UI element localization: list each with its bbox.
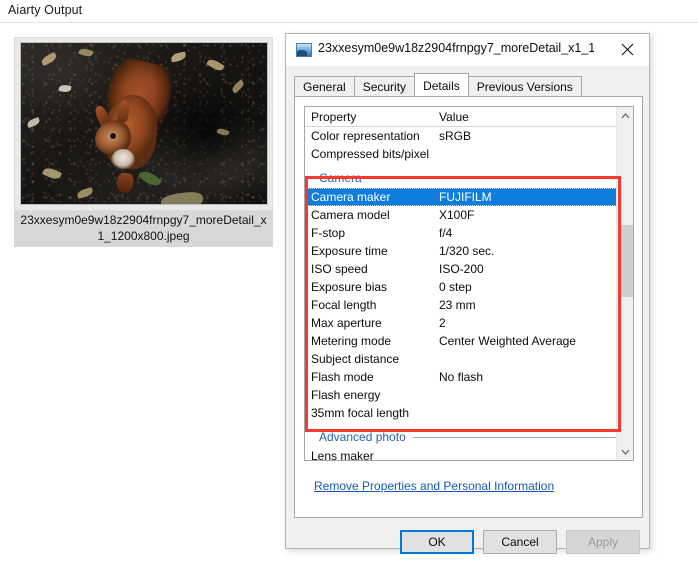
property-value: 0 step bbox=[439, 280, 472, 294]
property-value: 23 mm bbox=[439, 298, 476, 312]
table-row[interactable]: Focal length 23 mm bbox=[305, 296, 617, 314]
property-list-scrollbar[interactable] bbox=[616, 107, 633, 460]
section-label: Advanced photo bbox=[319, 430, 406, 444]
property-name: ISO speed bbox=[311, 262, 368, 276]
property-name: Exposure bias bbox=[311, 280, 388, 294]
table-row[interactable]: F-stop f/4 bbox=[305, 224, 617, 242]
property-name: Color representation bbox=[311, 129, 420, 143]
property-name: F-stop bbox=[311, 226, 346, 240]
tabstrip: General Security Details Previous Versio… bbox=[294, 73, 582, 96]
scrollbar-down-button[interactable] bbox=[617, 443, 633, 460]
tab-details[interactable]: Details bbox=[414, 73, 469, 96]
table-row[interactable]: Max aperture 2 bbox=[305, 314, 617, 332]
close-button[interactable] bbox=[605, 34, 649, 65]
apply-button: Apply bbox=[566, 530, 640, 554]
properties-dialog: 23xxesym0e9w18z2904frnpgy7_moreDetail_x1… bbox=[285, 33, 650, 554]
section-header-camera: Camera bbox=[305, 168, 617, 188]
property-value bbox=[439, 145, 617, 163]
section-divider bbox=[368, 177, 617, 179]
tab-previous-versions[interactable]: Previous Versions bbox=[467, 76, 582, 96]
property-name: Flash mode bbox=[311, 370, 374, 384]
table-row[interactable]: Camera model X100F bbox=[305, 206, 617, 224]
chevron-down-icon bbox=[621, 449, 630, 455]
column-header-property: Property bbox=[311, 110, 357, 124]
property-value bbox=[439, 350, 617, 368]
app-title: Aiarty Output bbox=[8, 3, 83, 17]
property-name: 35mm focal length bbox=[311, 406, 410, 420]
property-name: Focal length bbox=[311, 298, 377, 312]
section-header-advanced-photo: Advanced photo bbox=[305, 427, 617, 447]
property-list-container: Property Value Color representation sRGB… bbox=[304, 106, 634, 461]
table-row[interactable]: Subject distance bbox=[305, 350, 617, 368]
property-value: 1/320 sec. bbox=[439, 244, 495, 258]
property-name: Subject distance bbox=[311, 352, 400, 366]
property-name: Metering mode bbox=[311, 334, 392, 348]
chevron-up-icon bbox=[621, 112, 630, 118]
thumbnail-image bbox=[21, 43, 267, 204]
tab-general[interactable]: General bbox=[294, 76, 355, 96]
table-row[interactable]: Exposure time 1/320 sec. bbox=[305, 242, 617, 260]
tab-security[interactable]: Security bbox=[353, 76, 416, 96]
close-icon bbox=[621, 43, 633, 56]
dialog-button-bar: OK Cancel Apply bbox=[286, 530, 649, 570]
property-value bbox=[439, 447, 617, 460]
table-row[interactable]: Color representation sRGB bbox=[305, 127, 617, 145]
table-row[interactable]: Camera maker FUJIFILM bbox=[305, 188, 617, 206]
scrollbar-up-button[interactable] bbox=[617, 107, 633, 124]
details-tab-panel: Property Value Color representation sRGB… bbox=[294, 96, 643, 518]
thumbnail-frame[interactable] bbox=[14, 37, 273, 211]
table-row[interactable]: Metering mode Center Weighted Average bbox=[305, 332, 617, 350]
property-name: Lens maker bbox=[311, 449, 374, 460]
property-value: sRGB bbox=[439, 129, 472, 143]
property-value: Center Weighted Average bbox=[439, 334, 576, 348]
titlebar-divider bbox=[0, 22, 698, 23]
property-value: f/4 bbox=[439, 226, 453, 240]
property-name: Flash energy bbox=[311, 388, 381, 402]
section-divider bbox=[412, 436, 617, 438]
table-row[interactable]: Exposure bias 0 step bbox=[305, 278, 617, 296]
remove-properties-link[interactable]: Remove Properties and Personal Informati… bbox=[314, 479, 554, 493]
property-name: Camera model bbox=[311, 208, 390, 222]
table-row[interactable]: Flash mode No flash bbox=[305, 368, 617, 386]
image-file-icon bbox=[296, 43, 312, 57]
property-value: 2 bbox=[439, 316, 446, 330]
property-value: ISO-200 bbox=[439, 262, 484, 276]
dialog-titlebar[interactable]: 23xxesym0e9w18z2904frnpgy7_moreDetail_x1… bbox=[286, 34, 649, 66]
table-row[interactable]: ISO speed ISO-200 bbox=[305, 260, 617, 278]
property-name: Max aperture bbox=[311, 316, 382, 330]
squirrel-eye bbox=[110, 133, 116, 139]
property-value: No flash bbox=[439, 370, 484, 384]
property-value bbox=[439, 386, 617, 404]
table-row[interactable]: 35mm focal length bbox=[305, 404, 617, 422]
property-value bbox=[439, 404, 617, 422]
property-value: X100F bbox=[439, 208, 475, 222]
property-name: Compressed bits/pixel bbox=[311, 147, 430, 161]
property-list[interactable]: Property Value Color representation sRGB… bbox=[305, 107, 617, 460]
ok-button[interactable]: OK bbox=[400, 530, 474, 554]
dialog-title: 23xxesym0e9w18z2904frnpgy7_moreDetail_x1… bbox=[318, 41, 594, 55]
property-name: Camera maker bbox=[311, 190, 391, 204]
file-name-label: 23xxesym0e9w18z2904frnpgy7_moreDetail_x1… bbox=[14, 211, 273, 247]
column-header-value: Value bbox=[439, 110, 469, 124]
table-row[interactable]: Compressed bits/pixel bbox=[305, 145, 617, 163]
squirrel-chest bbox=[111, 149, 135, 171]
table-row[interactable]: Lens maker bbox=[305, 447, 617, 460]
table-row[interactable]: Flash energy bbox=[305, 386, 617, 404]
cancel-button[interactable]: Cancel bbox=[483, 530, 557, 554]
file-item[interactable]: 23xxesym0e9w18z2904frnpgy7_moreDetail_x1… bbox=[14, 37, 273, 247]
app-titlebar: Aiarty Output bbox=[0, 0, 698, 22]
scrollbar-thumb[interactable] bbox=[618, 225, 633, 297]
section-label: Camera bbox=[319, 171, 362, 185]
property-list-header: Property Value bbox=[305, 107, 617, 127]
property-value: FUJIFILM bbox=[439, 190, 492, 204]
property-name: Exposure time bbox=[311, 244, 388, 258]
application-window: Aiarty Output 23xxesym0e9w18z2904frnpgy7… bbox=[0, 0, 698, 558]
